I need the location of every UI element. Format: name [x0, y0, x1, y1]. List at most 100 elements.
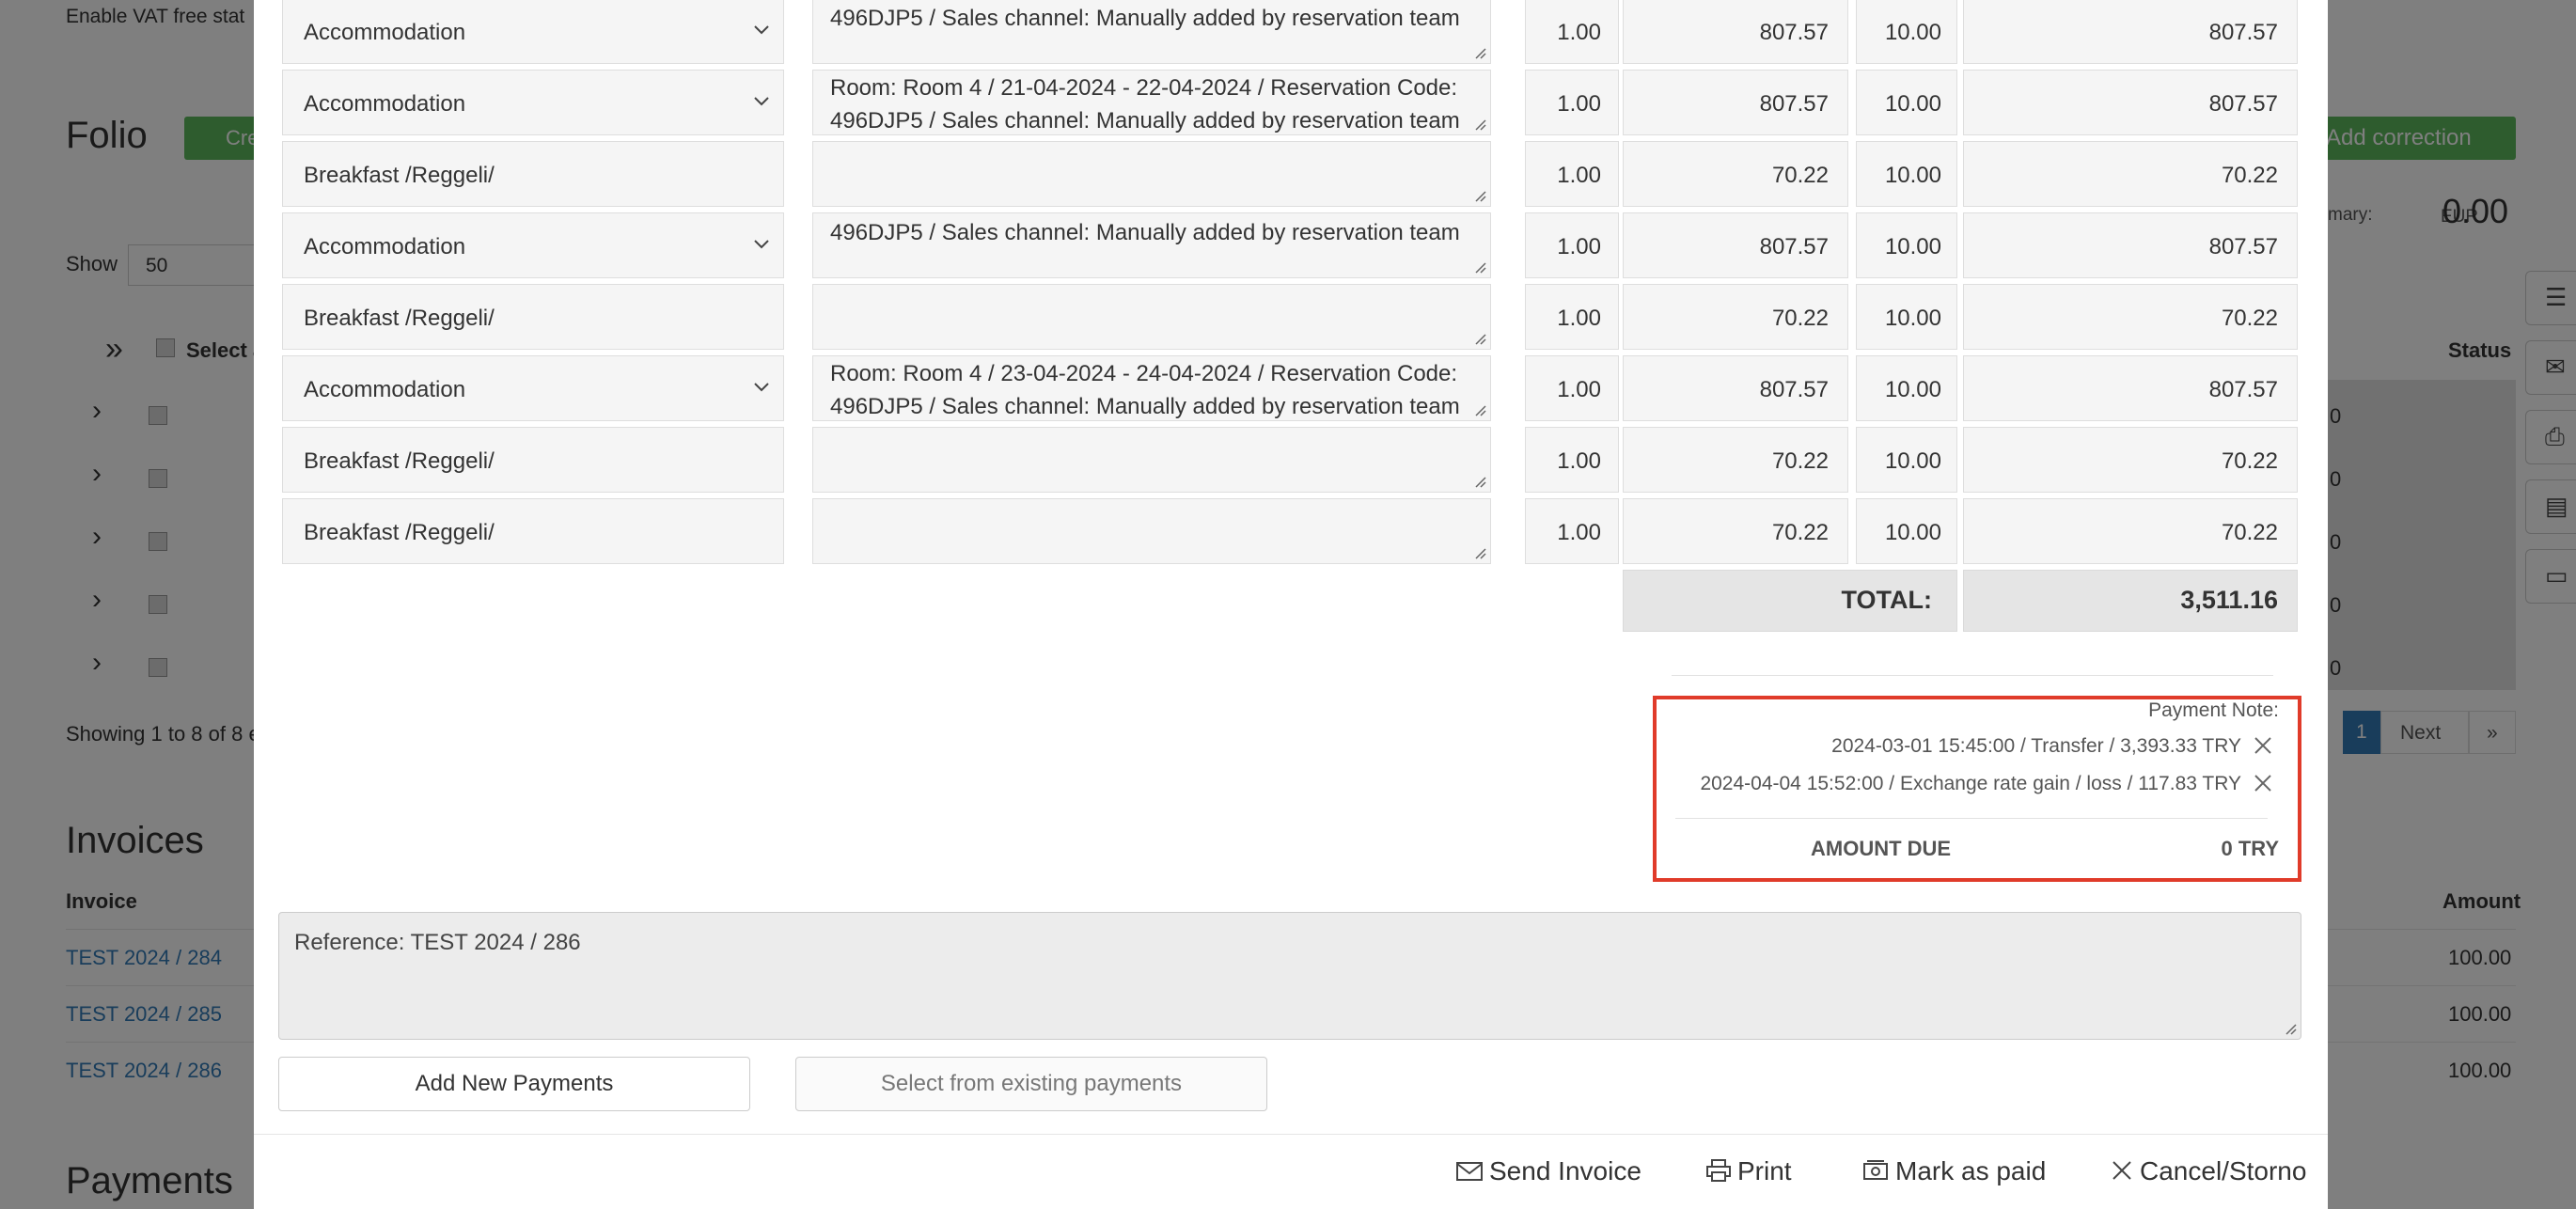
item-description-text: [830, 428, 1462, 429]
reference-text: Reference: TEST 2024 / 286: [294, 930, 581, 955]
item-description-textarea[interactable]: Room: Room 4 / 22-04-2024 - 23-04-2024 /…: [812, 212, 1491, 278]
item-description-textarea[interactable]: [812, 427, 1491, 493]
item-vat-field[interactable]: 10.00: [1856, 284, 1957, 350]
item-total-field: 70.22: [1963, 284, 2298, 350]
amount-due-label: AMOUNT DUE: [1811, 837, 1952, 860]
item-description-textarea[interactable]: [812, 498, 1491, 564]
item-vat-field[interactable]: 10.00: [1856, 355, 1957, 421]
money-icon: [1863, 1160, 1888, 1180]
cancel-storno-label: Cancel/Storno: [2140, 1156, 2307, 1185]
item-quantity-field[interactable]: 1.00: [1525, 212, 1619, 278]
item-description-textarea[interactable]: Room: Room 4 / 21-04-2024 - 22-04-2024 /…: [812, 70, 1491, 135]
item-vat-field[interactable]: 10.00: [1856, 212, 1957, 278]
payment-note-label: Payment Note:: [2148, 699, 2279, 721]
item-vat-field[interactable]: 10.00: [1856, 141, 1957, 207]
print-button[interactable]: Print: [1705, 1156, 1792, 1186]
item-description-text: Room: Room 4 / 22-04-2024 - 23-04-2024 /…: [830, 220, 1460, 245]
item-category-field[interactable]: Breakfast /Reggeli/: [282, 427, 784, 493]
item-category-label: Accommodation: [304, 91, 466, 117]
remove-payment-icon[interactable]: [2253, 735, 2273, 756]
footer-divider: [254, 1134, 2328, 1135]
resize-grip-icon[interactable]: [1473, 546, 1486, 559]
resize-grip-icon[interactable]: [1473, 332, 1486, 345]
invoice-modal: Accommodation Room: Room 4 / 20-04-2024 -…: [254, 0, 2328, 1209]
item-vat-field[interactable]: 10.00: [1856, 0, 1957, 64]
item-total-field: 70.22: [1963, 141, 2298, 207]
item-total-field: 70.22: [1963, 427, 2298, 493]
item-category-select[interactable]: Accommodation: [282, 70, 784, 135]
item-description-text: Room: Room 4 / 23-04-2024 - 24-04-2024 /…: [830, 361, 1460, 419]
item-price-field[interactable]: 807.57: [1623, 355, 1848, 421]
total-value: 3,511.16: [1963, 570, 2298, 632]
item-total-field: 807.57: [1963, 212, 2298, 278]
item-description-textarea[interactable]: Room: Room 4 / 20-04-2024 - 21-04-2024 /…: [812, 0, 1491, 64]
add-new-payments-button[interactable]: Add New Payments: [278, 1057, 750, 1111]
resize-grip-icon[interactable]: [1473, 118, 1486, 131]
chevron-down-icon: [754, 25, 769, 35]
item-quantity-field[interactable]: 1.00: [1525, 0, 1619, 64]
resize-grip-icon[interactable]: [1473, 260, 1486, 274]
item-description-textarea[interactable]: Room: Room 4 / 23-04-2024 - 24-04-2024 /…: [812, 355, 1491, 421]
item-category-field[interactable]: Breakfast /Reggeli/: [282, 141, 784, 207]
item-category-label: Accommodation: [304, 234, 466, 259]
send-invoice-button[interactable]: Send Invoice: [1455, 1156, 1641, 1186]
mark-as-paid-label: Mark as paid: [1895, 1156, 2047, 1185]
item-price-field[interactable]: 807.57: [1623, 212, 1848, 278]
item-category-label: Breakfast /Reggeli/: [304, 520, 495, 545]
resize-grip-icon[interactable]: [1473, 46, 1486, 59]
item-description-text: [830, 142, 1462, 143]
item-total-field: 70.22: [1963, 498, 2298, 564]
item-quantity-field[interactable]: 1.00: [1525, 70, 1619, 135]
item-category-field[interactable]: Breakfast /Reggeli/: [282, 284, 784, 350]
item-description-text: Room: Room 4 / 20-04-2024 - 21-04-2024 /…: [830, 6, 1460, 31]
payment-entry: 2024-04-04 15:52:00 / Exchange rate gain…: [1700, 773, 2241, 794]
print-label: Print: [1737, 1156, 1792, 1185]
close-icon: [2113, 1161, 2131, 1180]
item-total-field: 807.57: [1963, 355, 2298, 421]
select-existing-payments-button[interactable]: Select from existing payments: [795, 1057, 1267, 1111]
cancel-storno-button[interactable]: Cancel/Storno: [2110, 1156, 2306, 1186]
item-quantity-field[interactable]: 1.00: [1525, 427, 1619, 493]
item-vat-field[interactable]: 10.00: [1856, 427, 1957, 493]
item-description-textarea[interactable]: [812, 284, 1491, 350]
remove-payment-icon[interactable]: [2253, 773, 2273, 793]
payment-entry: 2024-03-01 15:45:00 / Transfer / 3,393.3…: [1831, 735, 2241, 757]
item-total-field: 807.57: [1963, 0, 2298, 64]
resize-grip-icon[interactable]: [1473, 475, 1486, 488]
item-quantity-field[interactable]: 1.00: [1525, 355, 1619, 421]
envelope-icon: [1456, 1162, 1483, 1181]
item-price-field[interactable]: 807.57: [1623, 0, 1848, 64]
chevron-down-icon: [754, 97, 769, 106]
item-category-select[interactable]: Accommodation: [282, 355, 784, 421]
item-vat-field[interactable]: 10.00: [1856, 70, 1957, 135]
item-price-field[interactable]: 70.22: [1623, 427, 1848, 493]
resize-grip-icon[interactable]: [2284, 1022, 2297, 1035]
item-quantity-field[interactable]: 1.00: [1525, 498, 1619, 564]
item-price-field[interactable]: 807.57: [1623, 70, 1848, 135]
item-category-select[interactable]: Accommodation: [282, 212, 784, 278]
item-category-label: Accommodation: [304, 20, 466, 45]
chevron-down-icon: [754, 240, 769, 249]
resize-grip-icon[interactable]: [1473, 189, 1486, 202]
item-description-text: [830, 285, 1462, 286]
item-category-label: Breakfast /Reggeli/: [304, 306, 495, 331]
resize-grip-icon[interactable]: [1473, 403, 1486, 416]
total-label: TOTAL:: [1623, 570, 1957, 632]
printer-icon: [1706, 1159, 1731, 1182]
item-price-field[interactable]: 70.22: [1623, 498, 1848, 564]
item-description-textarea[interactable]: [812, 141, 1491, 207]
item-price-field[interactable]: 70.22: [1623, 141, 1848, 207]
mark-as-paid-button[interactable]: Mark as paid: [1861, 1156, 2046, 1186]
chevron-down-icon: [754, 383, 769, 392]
item-quantity-field[interactable]: 1.00: [1525, 141, 1619, 207]
item-quantity-field[interactable]: 1.00: [1525, 284, 1619, 350]
item-description-text: Room: Room 4 / 21-04-2024 - 22-04-2024 /…: [830, 75, 1460, 133]
reference-textarea[interactable]: Reference: TEST 2024 / 286: [278, 912, 2301, 1040]
item-vat-field[interactable]: 10.00: [1856, 498, 1957, 564]
divider: [1672, 675, 2273, 676]
item-price-field[interactable]: 70.22: [1623, 284, 1848, 350]
divider: [1675, 818, 2268, 819]
item-category-select[interactable]: Accommodation: [282, 0, 784, 64]
item-category-field[interactable]: Breakfast /Reggeli/: [282, 498, 784, 564]
item-total-field: 807.57: [1963, 70, 2298, 135]
